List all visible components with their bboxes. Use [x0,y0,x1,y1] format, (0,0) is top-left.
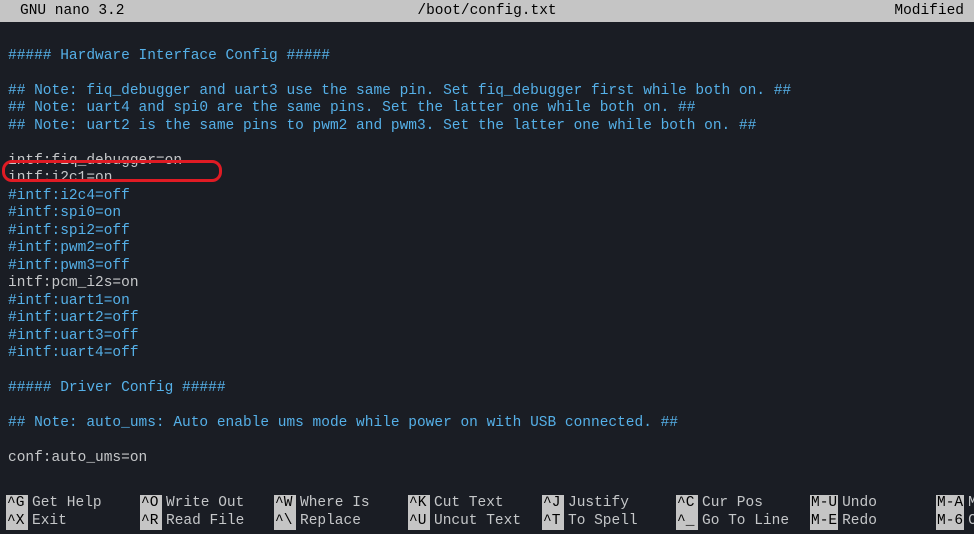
editor-line[interactable]: #intf:i2c4=off [8,188,966,206]
shortcut-item[interactable]: ^RRead File [140,513,262,531]
editor-line[interactable]: #intf:uart4=off [8,345,966,363]
shortcut-label: Uncut Text [434,513,521,531]
shortcut-item[interactable]: M-ERedo [810,513,924,531]
shortcut-key: ^W [274,495,296,513]
shortcut-label: Exit [32,513,67,531]
shortcut-key: ^K [408,495,430,513]
app-name: GNU nano 3.2 [20,0,124,22]
shortcut-key: ^T [542,513,564,531]
blank-line [8,398,966,416]
shortcut-item[interactable]: ^\Replace [274,513,396,531]
shortcut-item[interactable]: M-UUndo [810,495,924,513]
shortcut-key: M-6 [936,513,964,531]
shortcut-label: Redo [842,513,877,531]
shortcut-key: ^O [140,495,162,513]
shortcut-label: Undo [842,495,877,513]
shortcut-key: M-U [810,495,838,513]
blank-line [8,65,966,83]
editor-line[interactable]: ## Note: auto_ums: Auto enable ums mode … [8,415,966,433]
modified-status: Modified [894,0,964,22]
shortcut-item[interactable]: ^XExit [6,513,128,531]
shortcut-label: Read File [166,513,244,531]
editor-area[interactable]: ##### Hardware Interface Config ##### ## … [0,22,974,468]
editor-line[interactable]: #intf:uart2=off [8,310,966,328]
editor-line[interactable]: #intf:pwm2=off [8,240,966,258]
editor-line[interactable]: conf:auto_ums=on [8,450,966,468]
editor-line[interactable]: #intf:spi0=on [8,205,966,223]
shortcut-item[interactable]: ^JJustify [542,495,664,513]
shortcut-item[interactable]: ^CCur Pos [676,495,798,513]
shortcut-item[interactable]: M-A Mark Text [936,495,974,513]
shortcut-label: Cut Text [434,495,504,513]
blank-line [8,135,966,153]
editor-line[interactable]: ## Note: fiq_debugger and uart3 use the … [8,83,966,101]
editor-line[interactable]: #intf:uart1=on [8,293,966,311]
blank-line [8,433,966,451]
shortcut-label: Replace [300,513,361,531]
shortcut-key: M-A [936,495,964,513]
editor-line[interactable]: intf:i2c1=on [8,170,966,188]
editor-line[interactable]: ##### Driver Config ##### [8,380,966,398]
file-path: /boot/config.txt [8,0,966,22]
shortcut-item[interactable]: M-6 Copy Text [936,513,974,531]
shortcut-item[interactable]: ^UUncut Text [408,513,530,531]
shortcut-label: To Spell [568,513,638,531]
editor-line[interactable]: ##### Hardware Interface Config ##### [8,48,966,66]
editor-line[interactable]: #intf:uart3=off [8,328,966,346]
shortcut-key: ^X [6,513,28,531]
shortcut-label: Go To Line [702,513,789,531]
shortcut-key: ^G [6,495,28,513]
shortcut-label: Write Out [166,495,244,513]
shortcut-key: ^C [676,495,698,513]
editor-line[interactable]: ## Note: uart4 and spi0 are the same pin… [8,100,966,118]
shortcut-label: Get Help [32,495,102,513]
shortcut-item[interactable]: ^GGet Help [6,495,128,513]
shortcut-label: Where Is [300,495,370,513]
shortcut-item[interactable]: ^KCut Text [408,495,530,513]
shortcut-label: Mark Text [968,495,974,513]
shortcut-key: ^\ [274,513,296,531]
shortcut-bar: ^GGet Help ^OWrite Out ^WWhere Is ^KCut Tex… [0,495,974,534]
shortcut-item[interactable]: ^_Go To Line [676,513,798,531]
shortcut-key: ^R [140,513,162,531]
editor-line[interactable]: ## Note: uart2 is the same pins to pwm2 … [8,118,966,136]
shortcut-label: Copy Text [968,513,974,531]
shortcut-key: M-E [810,513,838,531]
shortcut-key: ^_ [676,513,698,531]
shortcut-label: Justify [568,495,629,513]
editor-line[interactable]: intf:pcm_i2s=on [8,275,966,293]
editor-line[interactable]: #intf:spi2=off [8,223,966,241]
shortcut-item[interactable]: ^WWhere Is [274,495,396,513]
shortcut-key: ^J [542,495,564,513]
shortcut-label: Cur Pos [702,495,763,513]
shortcut-item[interactable]: ^TTo Spell [542,513,664,531]
editor-line[interactable]: #intf:pwm3=off [8,258,966,276]
blank-line [8,363,966,381]
title-bar: GNU nano 3.2 /boot/config.txt Modified [0,0,974,22]
shortcut-key: ^U [408,513,430,531]
editor-line[interactable]: intf:fiq_debugger=on [8,153,966,171]
shortcut-item[interactable]: ^OWrite Out [140,495,262,513]
